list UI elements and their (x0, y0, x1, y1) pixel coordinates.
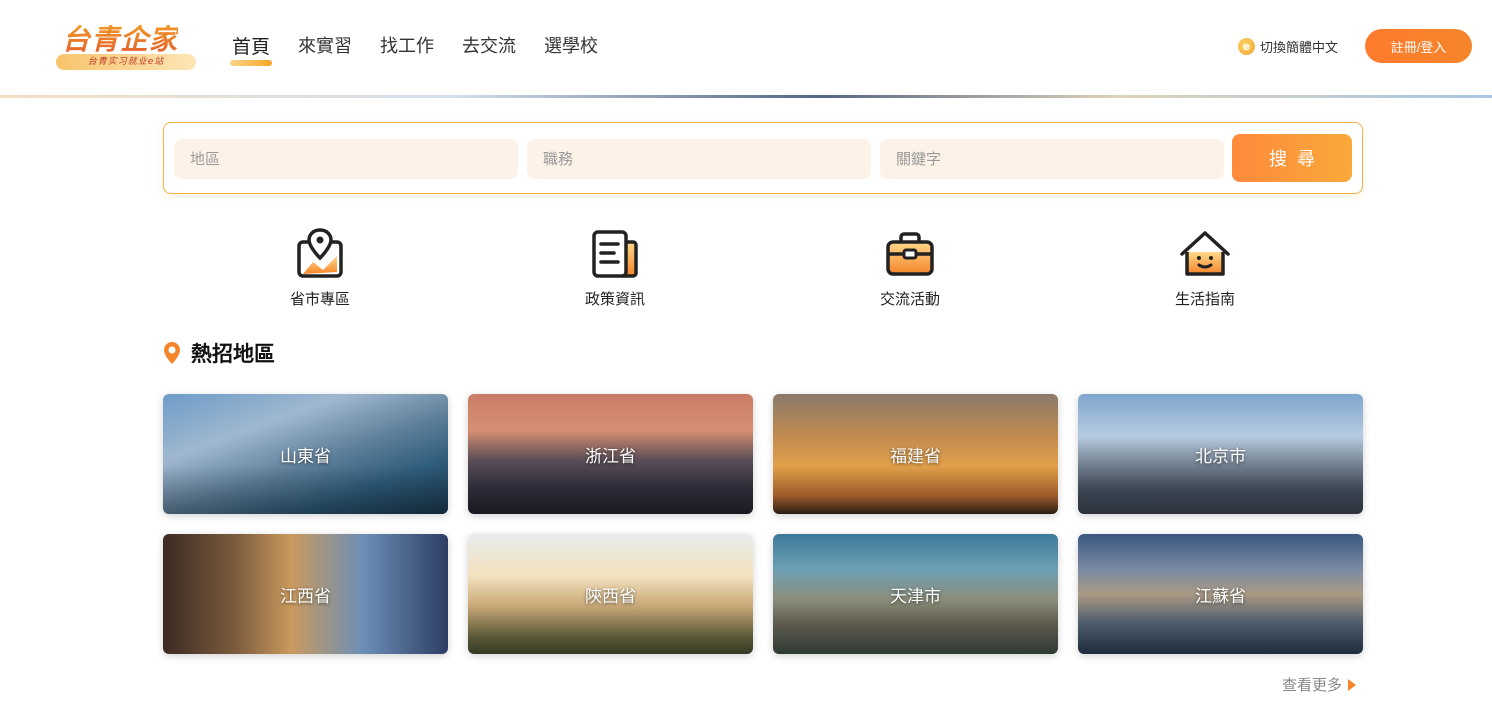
region-card-jiangsu[interactable]: 江蘇省 (1078, 534, 1363, 654)
nav-internship[interactable]: 來實習 (298, 34, 352, 60)
document-icon (592, 230, 638, 278)
quick-link-label: 省市專區 (289, 290, 350, 308)
region-input[interactable] (174, 139, 518, 179)
region-card-tianjin[interactable]: 天津市 (773, 534, 1058, 654)
region-card-fujian[interactable]: 福建省 (773, 394, 1058, 514)
region-card-label: 陝西省 (585, 586, 636, 607)
nav-schools[interactable]: 選學校 (544, 34, 598, 60)
language-switch-label: 切換簡體中文 (1260, 41, 1339, 56)
hot-regions-heading: 熱招地區 (163, 338, 275, 368)
site-logo[interactable]: 台青企家 台青实习就业e站 (52, 18, 202, 74)
briefcase-icon (886, 232, 934, 276)
nav-home[interactable]: 首頁 (229, 34, 273, 66)
view-more-label: 查看更多 (1282, 676, 1343, 694)
logo-subtitle: 台青实习就业e站 (56, 54, 196, 70)
quick-link-policy[interactable]: 政策資訊 (555, 228, 675, 309)
register-login-button[interactable]: 註冊/登入 (1365, 29, 1472, 63)
search-button[interactable]: 搜尋 (1232, 134, 1352, 182)
keyword-input[interactable] (880, 139, 1224, 179)
quick-link-label: 交流活動 (879, 290, 940, 308)
quick-link-events[interactable]: 交流活動 (850, 228, 970, 309)
location-pin-icon (164, 342, 180, 364)
region-card-shandong[interactable]: 山東省 (163, 394, 448, 514)
header-banner-strip (0, 95, 1492, 98)
region-card-label: 福建省 (890, 446, 941, 467)
caret-right-icon (1348, 678, 1357, 691)
map-pin-icon (297, 228, 343, 278)
region-card-label: 北京市 (1195, 446, 1246, 467)
region-card-label: 山東省 (280, 446, 331, 467)
search-bar: 搜尋 (163, 122, 1363, 194)
section-title: 熱招地區 (191, 342, 275, 366)
region-card-label: 天津市 (890, 586, 941, 607)
quick-link-label: 政策資訊 (584, 290, 645, 308)
nav-exchange[interactable]: 去交流 (462, 34, 516, 60)
logo-title: 台青企家 (62, 18, 178, 58)
top-header: 台青企家 台青实习就业e站 首頁 來實習 找工作 去交流 選學校 e 切換簡體中… (0, 0, 1492, 96)
region-card-beijing[interactable]: 北京市 (1078, 394, 1363, 514)
region-card-label: 江蘇省 (1195, 586, 1246, 607)
quick-link-life-guide[interactable]: 生活指南 (1145, 228, 1265, 309)
region-card-label: 江西省 (280, 586, 331, 607)
job-input[interactable] (527, 139, 871, 179)
region-card-zhejiang[interactable]: 浙江省 (468, 394, 753, 514)
home-icon (1180, 231, 1230, 276)
region-card-jiangxi[interactable]: 江西省 (163, 534, 448, 654)
region-card-shaanxi[interactable]: 陝西省 (468, 534, 753, 654)
quick-link-provinces[interactable]: 省市專區 (260, 228, 380, 309)
nav-jobs[interactable]: 找工作 (380, 34, 434, 60)
region-card-label: 浙江省 (585, 446, 636, 467)
main-nav: 首頁 來實習 找工作 去交流 選學校 (229, 34, 626, 66)
quick-link-label: 生活指南 (1174, 290, 1235, 308)
language-switch[interactable]: e 切換簡體中文 (1238, 37, 1338, 56)
view-more-link[interactable]: 查看更多 (1282, 674, 1357, 695)
language-icon: e (1238, 38, 1255, 55)
